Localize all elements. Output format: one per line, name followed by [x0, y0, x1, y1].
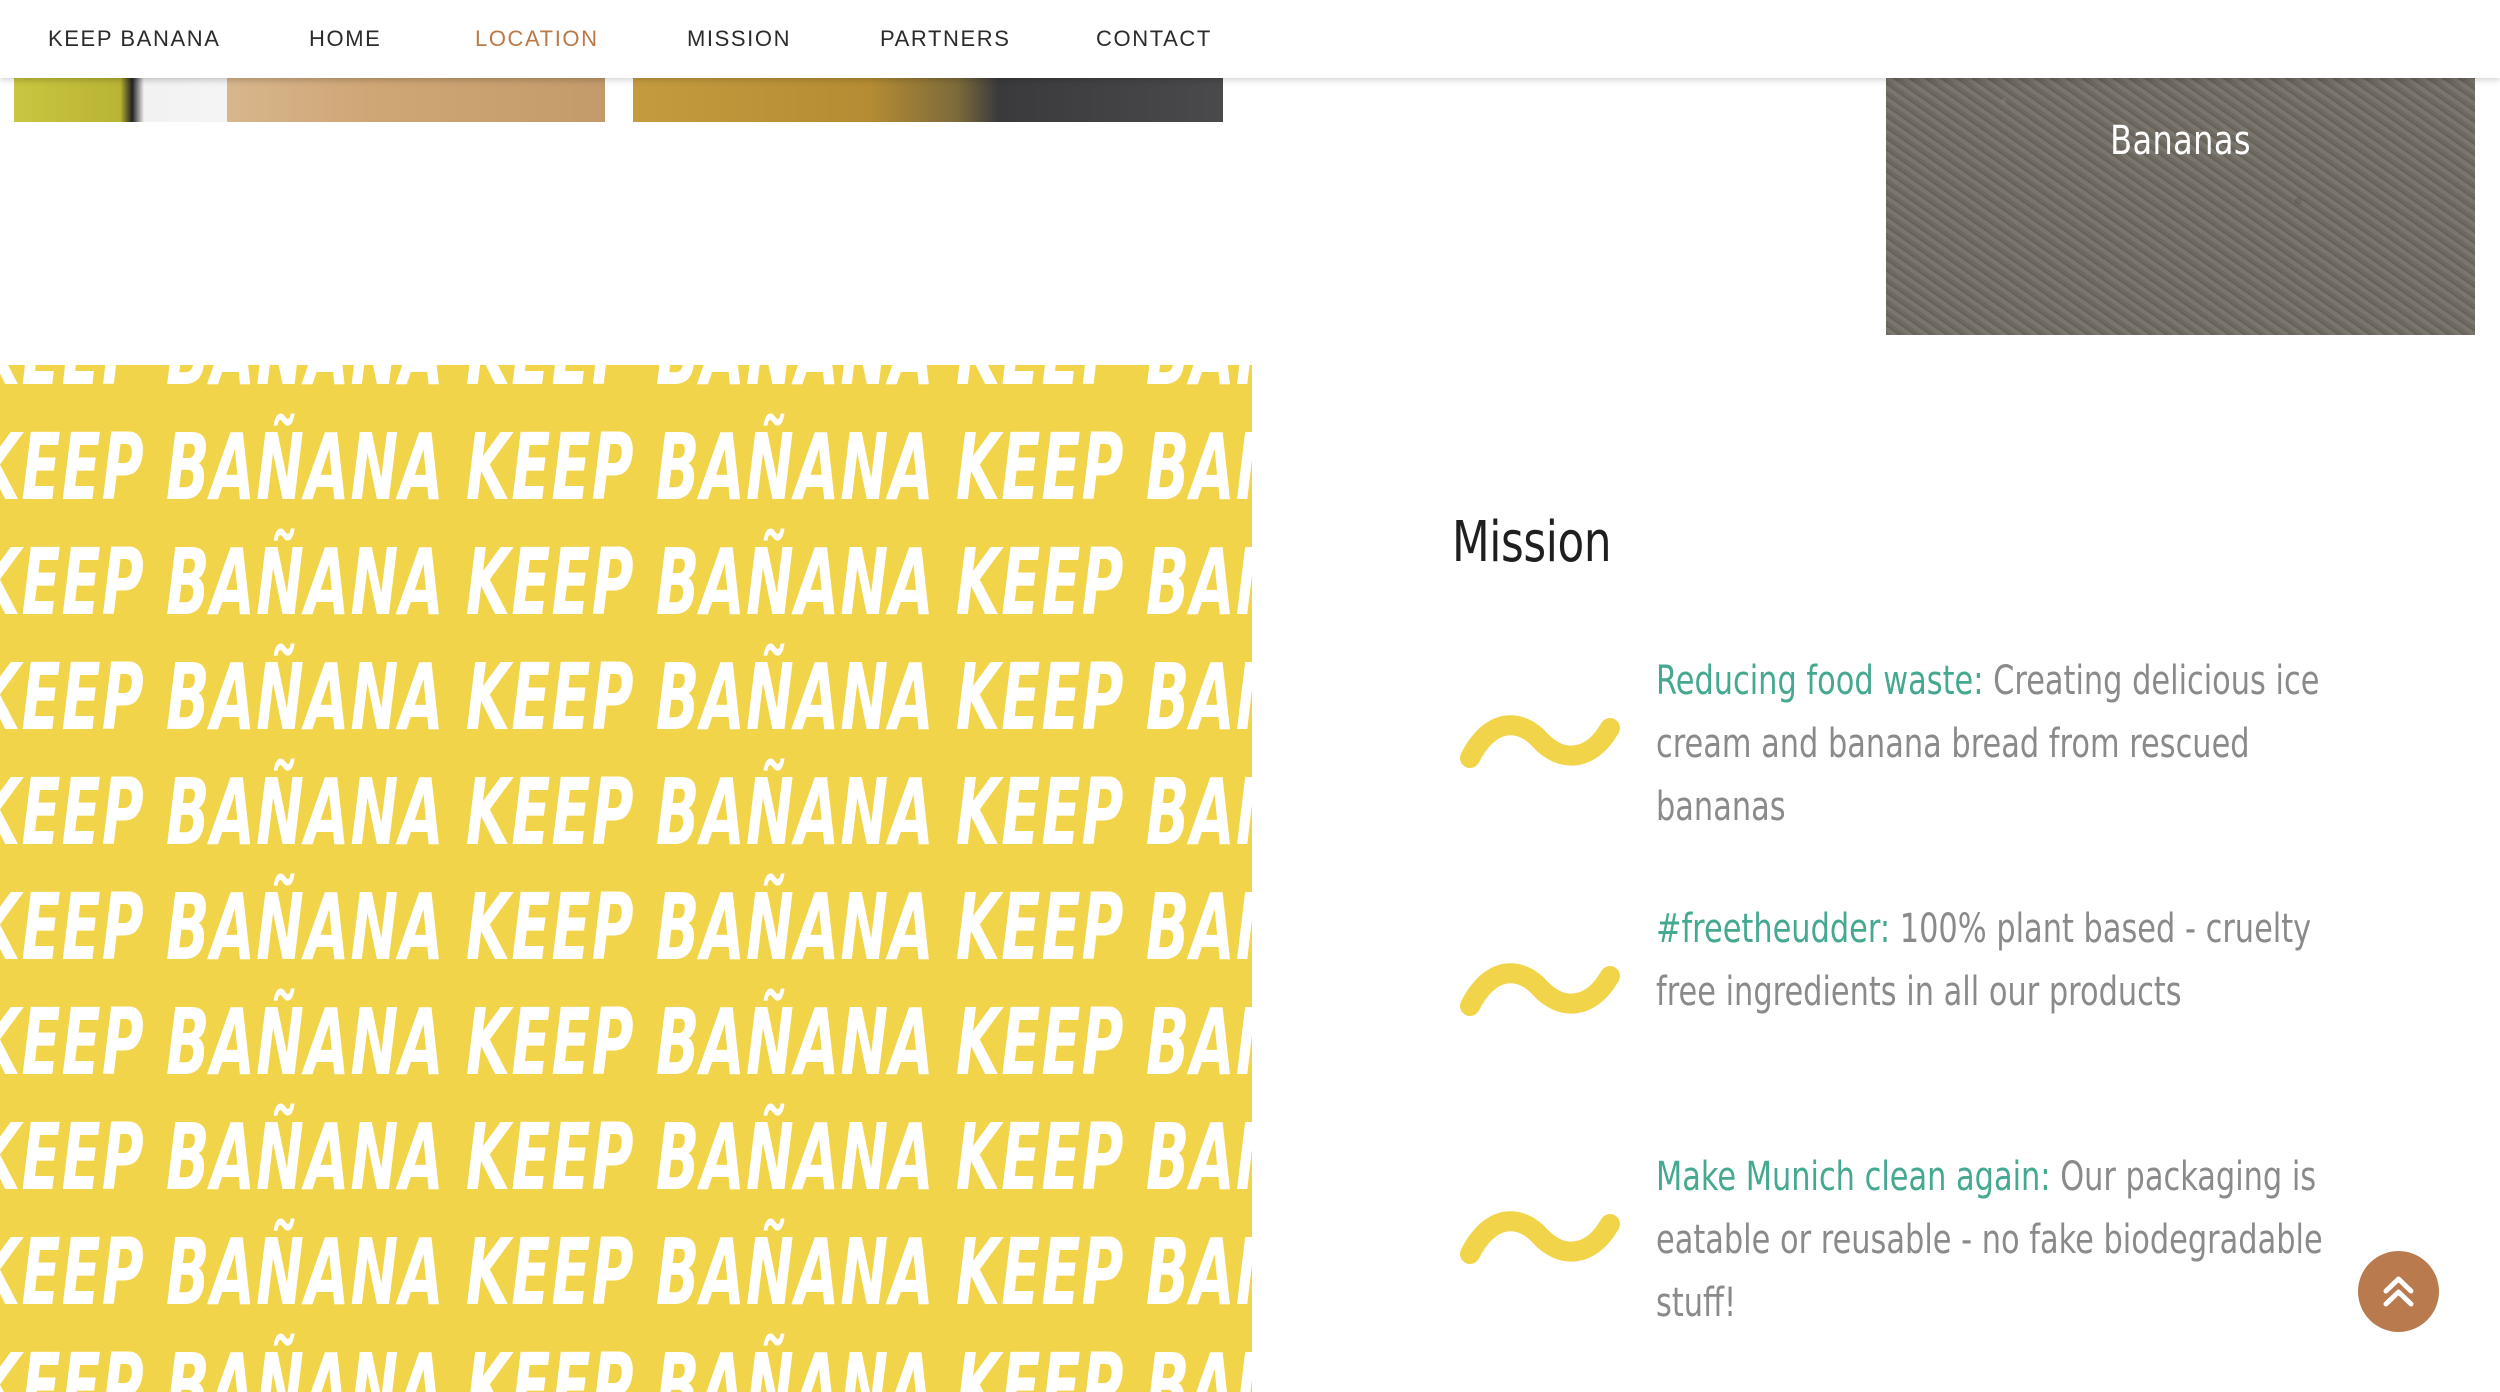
- nav-item-location[interactable]: LOCATION: [475, 26, 599, 52]
- pattern-row: KEEP BAÑANA KEEP BAÑANA KEEP BAÑANA KEEP…: [0, 529, 1252, 636]
- pattern-row: KEEP BAÑANA KEEP BAÑANA KEEP BAÑANA KEEP…: [0, 759, 1252, 866]
- pattern-row: KEEP BAÑANA KEEP BAÑANA KEEP BAÑANA KEEP…: [0, 1104, 1252, 1211]
- pattern-row: KEEP BAÑANA KEEP BAÑANA KEEP BAÑANA KEEP…: [0, 874, 1252, 981]
- tilde-icon: [1460, 1211, 1620, 1264]
- mission-item: #freetheudder: 100% plant based - cruelt…: [1460, 898, 2360, 1058]
- tilde-icon: [1460, 963, 1620, 1016]
- nav-item-mission[interactable]: MISSION: [687, 26, 791, 52]
- mission-title: Mission: [1452, 510, 1612, 575]
- pattern-row: KEEP BAÑANA KEEP BAÑANA KEEP BAÑANA KEEP…: [0, 1334, 1252, 1392]
- pattern-row: KEEP BAÑANA KEEP BAÑANA KEEP BAÑANA KEEP…: [0, 989, 1252, 1096]
- tilde-icon: [1460, 715, 1620, 768]
- mission-item-highlight: #freetheudder:: [1656, 906, 1891, 952]
- mission-item-text: Reducing food waste: Creating delicious …: [1656, 650, 2370, 839]
- keep-banana-pattern: KEEP BAÑANA KEEP BAÑANA KEEP BAÑANA KEEP…: [0, 365, 1252, 1392]
- mission-item: Reducing food waste: Creating delicious …: [1460, 650, 2360, 830]
- pattern-row: KEEP BAÑANA KEEP BAÑANA KEEP BAÑANA KEEP…: [0, 1219, 1252, 1326]
- double-chevron-up-icon: [2383, 1276, 2414, 1307]
- brand-link[interactable]: KEEP BANANA: [48, 26, 220, 52]
- pattern-row: KEEP BAÑANA KEEP BAÑANA KEEP BAÑANA KEEP…: [0, 414, 1252, 521]
- pattern-row: KEEP BAÑANA KEEP BAÑANA KEEP BAÑANA KEEP…: [0, 644, 1252, 751]
- top-navbar: KEEP BANANA HOME LOCATION MISSION PARTNE…: [0, 0, 2500, 78]
- nav-item-contact[interactable]: CONTACT: [1096, 26, 1212, 52]
- nav-item-home[interactable]: HOME: [309, 26, 381, 52]
- mission-item-text: Make Munich clean again: Our packaging i…: [1656, 1146, 2370, 1335]
- scroll-top-button[interactable]: [2358, 1251, 2439, 1332]
- mission-item-text: #freetheudder: 100% plant based - cruelt…: [1656, 898, 2370, 1024]
- pattern-row: KEEP BAÑANA KEEP BAÑANA KEEP BAÑANA KEEP…: [0, 365, 1252, 399]
- gallery-caption: Bananas: [2110, 118, 2251, 164]
- mission-item: Make Munich clean again: Our packaging i…: [1460, 1146, 2360, 1326]
- mission-item-highlight: Make Munich clean again:: [1656, 1154, 2051, 1200]
- mission-item-highlight: Reducing food waste:: [1656, 658, 1984, 704]
- nav-item-partners[interactable]: PARTNERS: [880, 26, 1011, 52]
